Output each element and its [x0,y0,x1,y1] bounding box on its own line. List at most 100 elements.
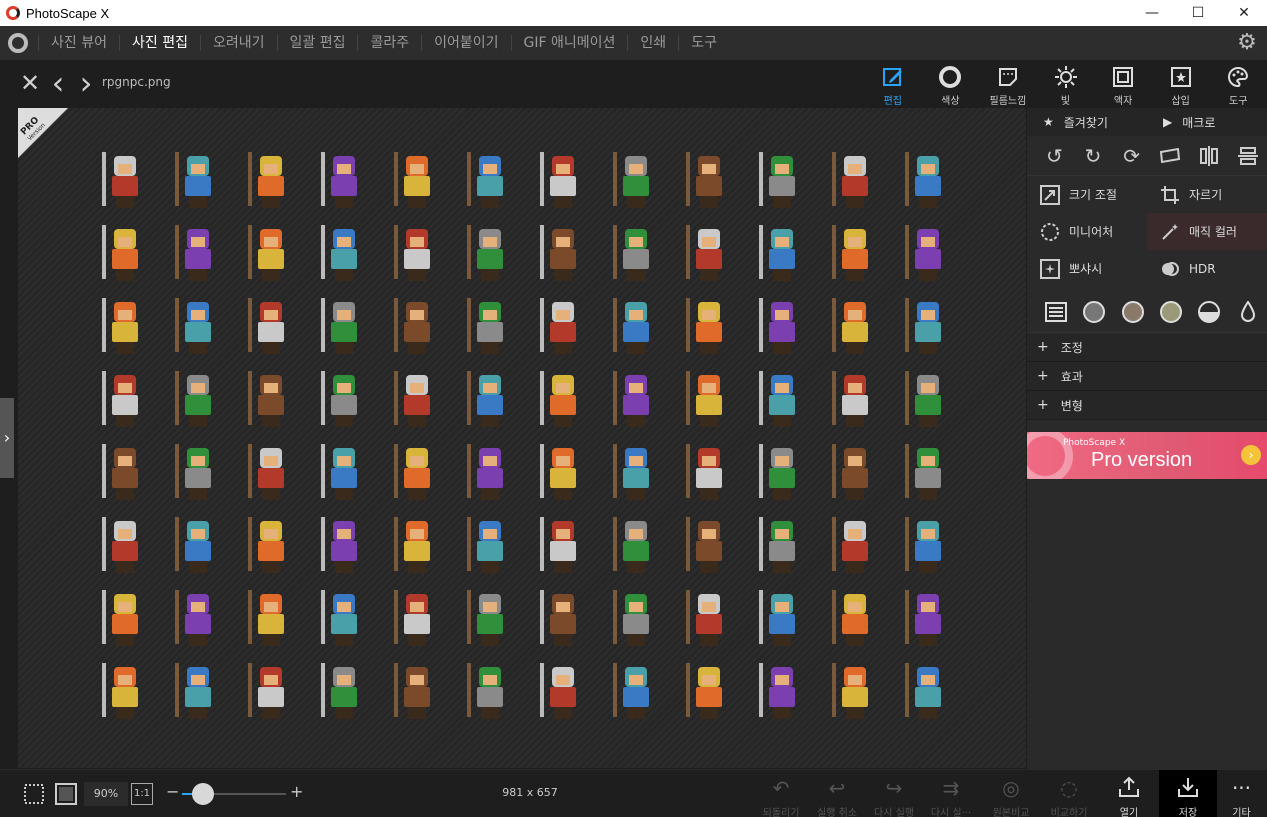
window-controls: — ☐ ✕ [1129,0,1267,26]
sprite-character [455,146,528,219]
filter-half-icon[interactable] [1190,297,1228,327]
sprite-character [236,438,309,511]
resize-icon [1039,184,1061,206]
menu-cut-out[interactable]: 오려내기 [199,35,277,51]
section-adjust[interactable]: + 조정 [1027,333,1267,362]
rotate-left-icon[interactable]: ↺ [1035,141,1074,171]
more-icon: ··· [1231,776,1252,800]
sprite-character [820,365,893,438]
magic-color-button[interactable]: 매직 컬러 [1147,213,1267,250]
filter-warm-icon[interactable] [1152,297,1190,327]
redo-all-label: 다시 실··· [930,808,972,817]
sprite-character [455,584,528,657]
sprite-character [309,511,382,584]
zoom-out-button[interactable]: − [166,782,179,801]
zoom-in-button[interactable]: + [290,782,303,801]
menu-batch[interactable]: 일괄 편집 [276,35,358,51]
sprite-character [601,657,674,730]
app-home-icon[interactable] [8,33,28,53]
menu-tools[interactable]: 도구 [678,35,729,51]
prev-image-button[interactable]: ‹ [46,67,70,99]
sprite-character [747,219,820,292]
drop-icon[interactable] [1229,297,1267,327]
sprite-character [90,219,163,292]
flip-vertical-icon[interactable] [1228,141,1267,171]
redo-all-button[interactable]: ⇉ 다시 실··· [922,770,980,817]
revert-button[interactable]: ↶ 되돌리기 [752,770,810,817]
flip-horizontal-icon[interactable] [1190,141,1229,171]
sprite-sheet-image [90,146,966,730]
sprite-character [90,438,163,511]
rotate-free-icon[interactable]: ⟳ [1112,141,1151,171]
sprite-character [90,292,163,365]
compare-button[interactable]: ◌ 비교하기 [1040,770,1098,817]
rotate-right-icon[interactable]: ↻ [1074,141,1113,171]
straighten-icon[interactable] [1151,141,1190,171]
list-icon[interactable] [1037,297,1075,327]
section-transform[interactable]: + 변형 [1027,391,1267,420]
sprite-character [601,438,674,511]
actual-size-button[interactable]: 1:1 [131,783,153,805]
palette-icon [1225,64,1251,90]
selection-marquee-icon[interactable] [22,782,46,806]
minimize-button[interactable]: — [1129,0,1175,26]
crop-button[interactable]: 자르기 [1147,176,1267,213]
menu-print[interactable]: 인쇄 [627,35,678,51]
tab-light[interactable]: 빛 [1037,60,1095,108]
tab-edit[interactable]: 편집 [864,60,922,108]
redo-button[interactable]: ↪ 다시 실행 [865,770,923,817]
section-transform-label: 변형 [1060,398,1083,413]
pro-version-banner[interactable]: PhotoScape X Pro version › [1027,432,1267,479]
sprite-character [893,292,966,365]
zoom-slider-handle[interactable] [191,783,214,805]
close-image-button[interactable]: ✕ [18,70,42,96]
tab-film[interactable]: 필름느낌 [979,60,1037,108]
tab-film-label: 필름느낌 [989,96,1027,107]
edit-panel: ★ 즐겨찾기 ▶ 매크로 ↺ ↻ ⟳ 크기 조절 자르기 미니어처 매직 컬러 … [1027,108,1267,769]
menu-collage[interactable]: 콜라주 [357,35,421,51]
favorites-button[interactable]: ★ 즐겨찾기 [1027,114,1147,131]
menu-gif[interactable]: GIF 애니메이션 [510,35,628,51]
expand-plus-icon: + [1037,368,1049,384]
zoom-level[interactable]: 90% [84,782,128,806]
bloom-button[interactable]: 뽀샤시 [1027,250,1147,287]
save-button[interactable]: 저장 [1159,770,1217,817]
menu-photo-editor[interactable]: 사진 편집 [118,35,200,51]
menu-photo-viewer[interactable]: 사진 뷰어 [38,35,119,51]
filter-presets-row [1027,291,1267,333]
banner-arrow-icon[interactable]: › [1241,445,1261,465]
tab-color[interactable]: 색상 [922,60,980,108]
settings-gear-icon[interactable]: ⚙ [1235,31,1259,55]
sprite-character [90,511,163,584]
resize-button[interactable]: 크기 조절 [1027,176,1147,213]
tab-tools[interactable]: 도구 [1209,60,1267,108]
tab-frame-label: 액자 [1113,96,1133,107]
fit-screen-icon[interactable] [54,782,78,806]
filter-gray-icon[interactable] [1075,297,1113,327]
sprite-character [820,657,893,730]
sprite-character [309,657,382,730]
tab-frame[interactable]: 액자 [1094,60,1152,108]
section-effects[interactable]: + 효과 [1027,362,1267,391]
compare-original-button[interactable]: ◎ 원본비교 [982,770,1040,817]
filter-sepia-icon[interactable] [1114,297,1152,327]
sprite-character [309,146,382,219]
next-image-button[interactable]: › [74,67,98,99]
favorites-label: 즐겨찾기 [1063,115,1108,130]
maximize-button[interactable]: ☐ [1175,0,1221,26]
image-canvas[interactable]: PRO Version [18,108,1026,768]
undo-button[interactable]: ↩ 실행 취소 [808,770,866,817]
sprite-character [382,292,455,365]
hdr-button[interactable]: HDR [1147,250,1267,287]
miniature-button[interactable]: 미니어처 [1027,213,1147,250]
expand-left-panel-button[interactable]: › [0,398,14,478]
sprite-character [674,146,747,219]
tab-insert[interactable]: 삽입 [1152,60,1210,108]
more-button[interactable]: ··· 기타 [1216,770,1267,817]
open-button[interactable]: 열기 [1100,770,1158,817]
close-window-button[interactable]: ✕ [1221,0,1267,26]
macro-button[interactable]: ▶ 매크로 [1147,114,1267,131]
sprite-character [163,584,236,657]
menu-combine[interactable]: 이어붙이기 [421,35,510,51]
bottom-toolbar: 90% 1:1 − + 981 x 657 ↶ 되돌리기 ↩ 실행 취소 ↪ 다… [0,769,1267,817]
